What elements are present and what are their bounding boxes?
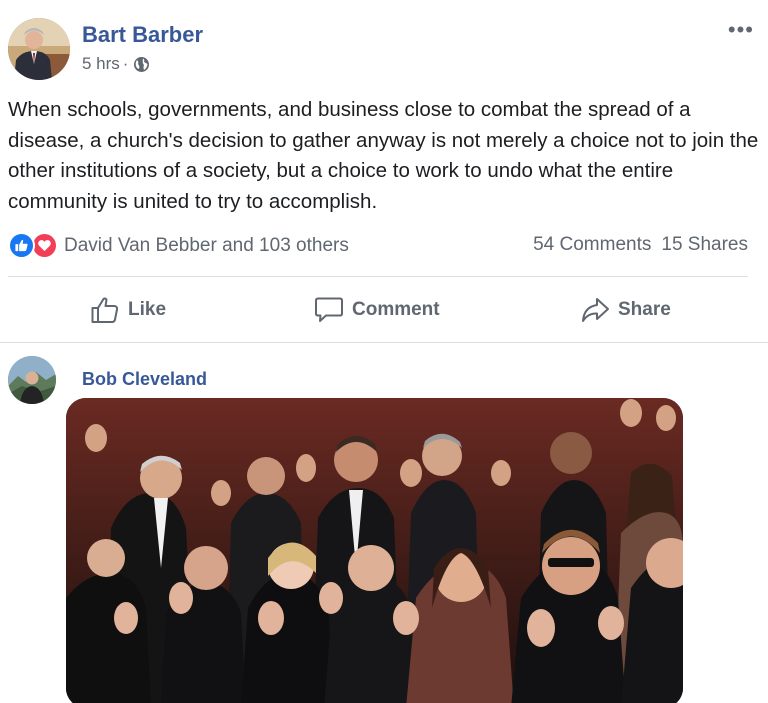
commenter-avatar[interactable] (8, 356, 56, 404)
action-bar: Like Comment Share (0, 286, 768, 334)
divider (0, 342, 768, 343)
love-reaction-icon (31, 232, 58, 259)
share-button[interactable]: Share (580, 286, 671, 334)
thumbs-up-icon (91, 297, 119, 323)
post-meta: 5 hrs · (82, 54, 150, 74)
post-timestamp[interactable]: 5 hrs (82, 54, 120, 74)
post-card: Bart Barber 5 hrs · ••• When schools, go… (0, 0, 768, 703)
more-options-button[interactable]: ••• (728, 19, 754, 41)
shares-count[interactable]: 15 Shares (661, 234, 748, 256)
comment-label: Comment (352, 299, 440, 320)
globe-icon[interactable] (133, 56, 150, 73)
divider (8, 276, 748, 277)
commenter-name[interactable]: Bob Cleveland (82, 369, 207, 390)
meta-separator: · (122, 54, 129, 73)
share-label: Share (618, 299, 671, 320)
engagement-counts: 54 Comments 15 Shares (533, 234, 748, 256)
like-button[interactable]: Like (90, 286, 166, 334)
like-reaction-icon (8, 232, 35, 259)
reactions-text[interactable]: David Van Bebber and 103 others (64, 235, 349, 257)
like-label: Like (128, 299, 167, 320)
post-text: When schools, governments, and business … (8, 98, 759, 213)
share-arrow-icon (582, 298, 609, 322)
comment-bubble-icon (315, 297, 343, 322)
comment-button[interactable]: Comment (314, 286, 440, 334)
reactions-summary[interactable]: David Van Bebber and 103 others (8, 232, 349, 259)
comments-count[interactable]: 54 Comments (533, 234, 651, 256)
author-name[interactable]: Bart Barber (82, 22, 203, 48)
gif-image[interactable] (66, 398, 683, 703)
author-avatar[interactable] (8, 18, 70, 80)
